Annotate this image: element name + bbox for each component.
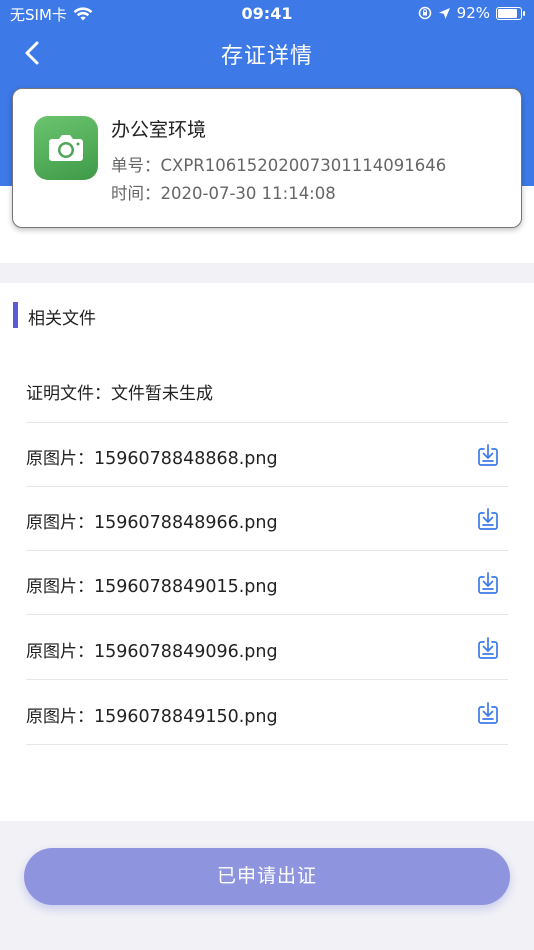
status-right: 92% <box>418 4 525 22</box>
file-text: 原图片：1596078849015.png <box>26 572 278 597</box>
proof-label: 证明文件： <box>26 384 111 404</box>
file-label: 原图片： <box>26 642 94 662</box>
file-text: 原图片：1596078848966.png <box>26 508 278 533</box>
record-card: 办公室环境 单号：CXPR10615202007301114091646 时间：… <box>12 88 522 228</box>
record-icon <box>34 116 98 180</box>
download-icon[interactable] <box>476 636 500 660</box>
battery-icon <box>496 6 525 20</box>
file-label: 原图片： <box>26 513 94 533</box>
section-marker <box>13 302 18 328</box>
orientation-lock-icon <box>418 6 431 20</box>
section-title: 相关文件 <box>28 309 96 329</box>
file-row: 原图片：1596078849150.png <box>26 681 508 745</box>
file-row: 原图片：1596078848966.png <box>26 487 508 551</box>
download-icon[interactable] <box>476 701 500 725</box>
file-name: 1596078849096.png <box>94 642 278 662</box>
record-time-value: 2020-07-30 11:14:08 <box>160 184 336 203</box>
download-icon[interactable] <box>476 571 500 595</box>
related-files-section: 相关文件 证明文件：文件暂未生成 原图片：1596078848868.png 原… <box>0 283 534 821</box>
proof-value: 文件暂未生成 <box>111 384 213 404</box>
record-time: 时间：2020-07-30 11:14:08 <box>111 180 336 204</box>
file-row: 原图片：1596078849096.png <box>26 616 508 680</box>
download-icon[interactable] <box>476 443 500 467</box>
file-name: 1596078848966.png <box>94 513 278 533</box>
file-label: 原图片： <box>26 707 94 727</box>
record-number-label: 单号： <box>111 156 161 175</box>
record-name: 办公室环境 <box>111 119 207 141</box>
file-text: 原图片：1596078849150.png <box>26 702 278 727</box>
status-bar: 无SIM卡 09:41 92% <box>0 0 534 28</box>
record-time-label: 时间： <box>111 184 161 203</box>
apply-certificate-button[interactable]: 已申请出证 <box>24 848 510 905</box>
file-text: 原图片：1596078848868.png <box>26 444 278 469</box>
battery-percent: 92% <box>456 4 490 22</box>
file-name: 1596078849150.png <box>94 707 278 727</box>
proof-file-row: 证明文件：文件暂未生成 <box>26 379 213 404</box>
file-name: 1596078848868.png <box>94 449 278 469</box>
page-title: 存证详情 <box>220 44 313 69</box>
battery-fill <box>498 8 517 18</box>
download-icon[interactable] <box>476 507 500 531</box>
record-number: 单号：CXPR10615202007301114091646 <box>111 152 446 176</box>
camera-icon <box>49 135 83 161</box>
file-row: 原图片：1596078848868.png <box>26 423 508 487</box>
location-arrow-icon <box>438 7 450 19</box>
file-text: 原图片：1596078849096.png <box>26 637 278 662</box>
file-name: 1596078849015.png <box>94 577 278 597</box>
record-number-value: CXPR10615202007301114091646 <box>160 156 447 175</box>
file-label: 原图片： <box>26 449 94 469</box>
file-label: 原图片： <box>26 577 94 597</box>
file-row: 原图片：1596078849015.png <box>26 551 508 615</box>
